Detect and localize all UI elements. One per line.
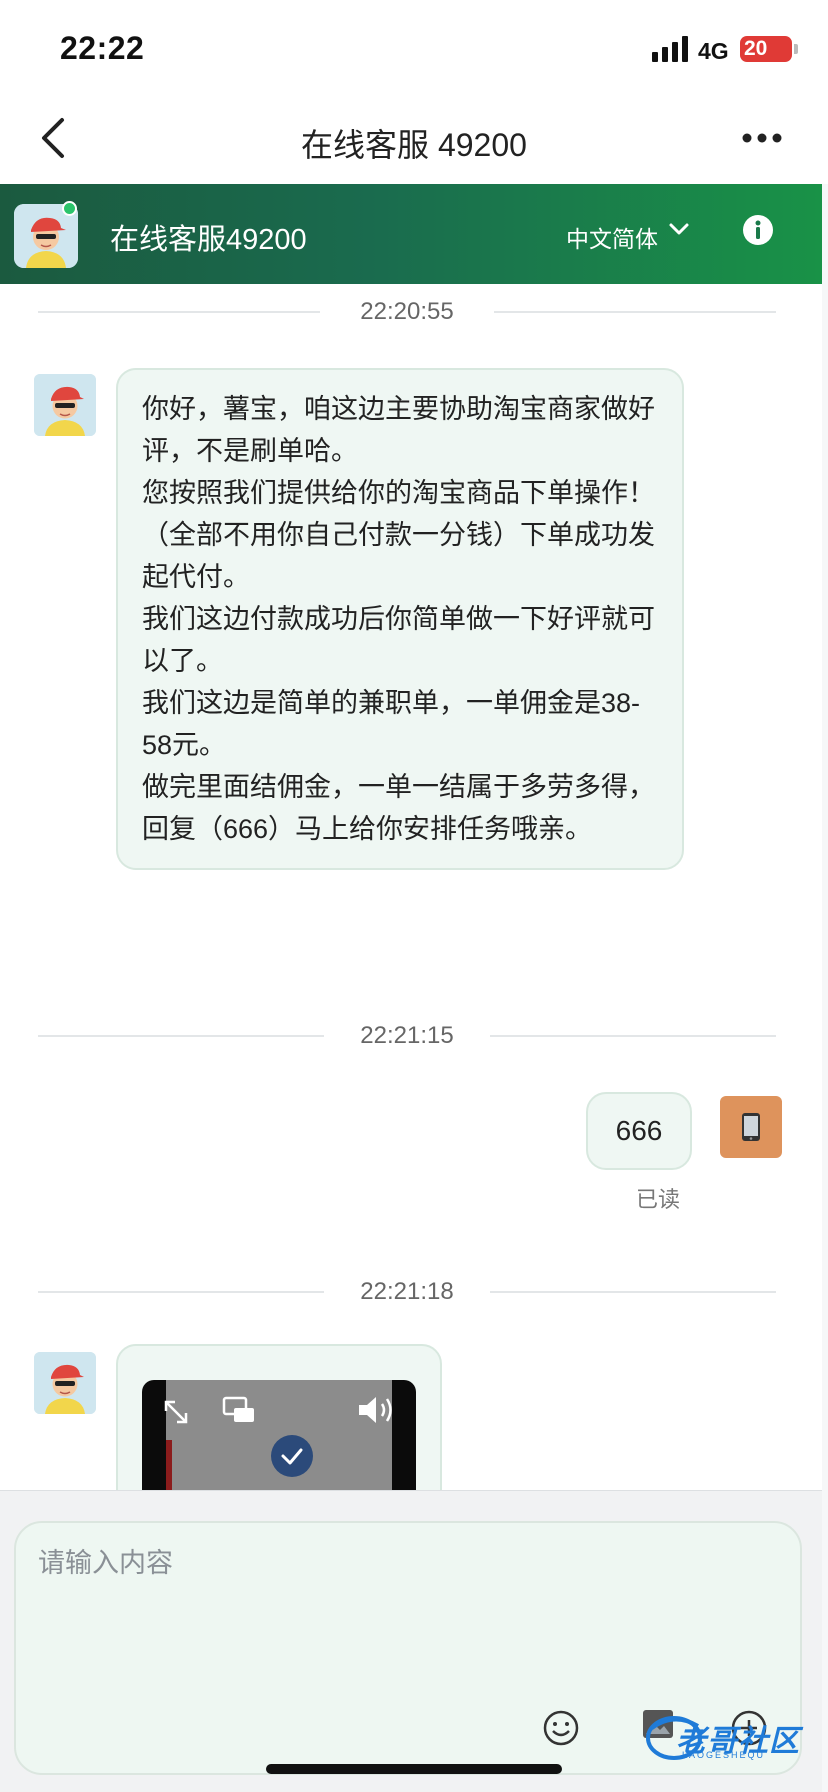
agent-message: 你好，薯宝，咱这边主要协助淘宝商家做好评，不是刷单哈。 您按照我们提供给你的淘宝… (116, 368, 684, 870)
page-title: 在线客服 49200 (301, 127, 527, 163)
timestamp-divider: 22:21:18 (38, 1272, 776, 1312)
emoji-icon[interactable] (542, 1709, 580, 1747)
timestamp-divider: 22:20:55 (38, 292, 776, 332)
chat-messages[interactable]: 22:20:55 你好，薯宝，咱这边主要协助淘宝商家做好评，不是刷单哈。 您按照… (0, 284, 822, 1490)
home-indicator[interactable] (266, 1764, 562, 1774)
status-time: 22:22 (60, 30, 145, 66)
more-icon[interactable] (742, 132, 782, 144)
timestamp: 22:20:55 (332, 298, 482, 325)
agent-avatar[interactable] (34, 1352, 96, 1414)
expand-icon[interactable] (160, 1396, 192, 1428)
language-select[interactable]: 中文简体 (566, 220, 658, 254)
info-icon[interactable] (742, 214, 774, 246)
online-status-dot (62, 201, 77, 216)
timestamp: 22:21:15 (332, 1022, 482, 1049)
pip-icon[interactable] (222, 1396, 256, 1424)
user-message: 666 (586, 1092, 692, 1170)
phone-icon (742, 1113, 760, 1141)
signal-icon (652, 36, 688, 62)
video-player[interactable] (142, 1380, 416, 1490)
check-icon (271, 1435, 313, 1477)
message-line: 我们这边是简单的兼职单，一单佣金是38-58元。 (142, 688, 641, 760)
message-line: 我们这边付款成功后你简单做一下好评就可以了。 (142, 604, 655, 676)
message-line: 做完里面结佣金，一单一结属于多劳多得，回复（666）马上给你安排任务哦亲。 (142, 772, 655, 844)
user-avatar[interactable] (720, 1096, 782, 1158)
chevron-down-icon[interactable] (668, 222, 690, 236)
watermark-subtext: LAOGESHEQU (682, 1750, 766, 1760)
agent-name: 在线客服49200 (110, 224, 307, 256)
video-frame-strip (166, 1440, 172, 1490)
volume-icon[interactable] (356, 1394, 400, 1426)
read-status: 已读 (636, 1187, 681, 1212)
network-label: 4G (698, 38, 729, 64)
message-line: （全部不用你自己付款一分钱）下单成功发起代付。 (142, 520, 655, 592)
status-bar: 22:22 4G 20 (0, 0, 828, 96)
message-line: 你好，薯宝，咱这边主要协助淘宝商家做好评，不是刷单哈。 (142, 394, 655, 466)
scroll-edge (822, 184, 828, 1792)
battery-tip (794, 44, 798, 54)
message-line: 您按照我们提供给你的淘宝商品下单操作！ (142, 478, 655, 508)
timestamp-divider: 22:21:15 (38, 1016, 776, 1056)
timestamp: 22:21:18 (332, 1278, 482, 1305)
chat-header: 在线客服49200 中文简体 (0, 184, 822, 284)
battery-indicator: 20 (740, 36, 792, 62)
input-placeholder: 请输入内容 (38, 1548, 173, 1578)
nav-bar: 在线客服 49200 (0, 96, 828, 184)
watermark-logo: 老哥社区 LAOGESHEQU (644, 1714, 814, 1762)
agent-avatar[interactable] (34, 374, 96, 436)
